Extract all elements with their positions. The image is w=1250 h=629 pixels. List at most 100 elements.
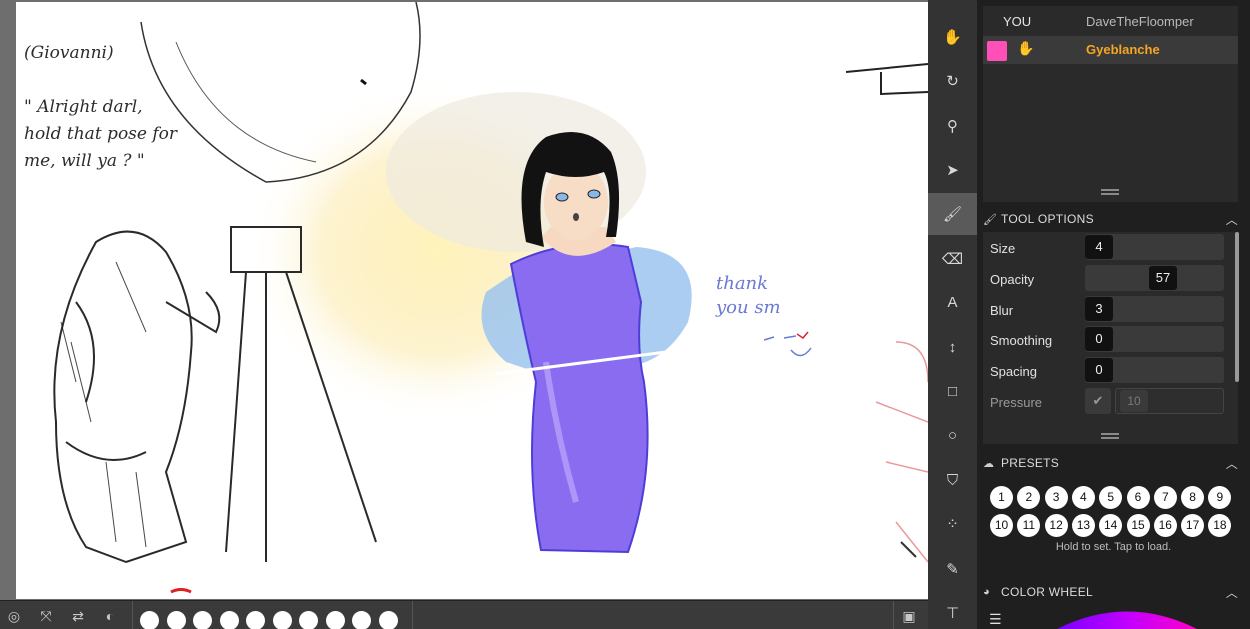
contrast-icon[interactable]: ◐ (102, 608, 118, 624)
color-swatch[interactable] (352, 611, 371, 629)
hand-tool[interactable]: ✋ (928, 16, 977, 58)
target-icon[interactable]: ◎ (6, 608, 22, 624)
user-list: YOU DaveTheFloomper ✋ Gyeblanche (983, 6, 1238, 202)
preset-slot[interactable]: 8 (1181, 486, 1205, 509)
color-swatch[interactable] (166, 611, 186, 629)
app-window: (Giovanni) " Alright darl, hold that pos… (0, 0, 1250, 629)
user-row-gyeblanche[interactable]: ✋ Gyeblanche (983, 36, 1238, 64)
color-wheel[interactable] (1057, 604, 1197, 629)
pen-tool[interactable]: ✎ (928, 548, 977, 590)
spacing-track[interactable]: 0 (1085, 357, 1224, 383)
preset-slot[interactable]: 9 (1208, 486, 1232, 509)
blur-label: Blur (990, 303, 1014, 318)
swap-icon[interactable]: ⇄ (70, 608, 86, 624)
preset-slot[interactable]: 13 (1071, 514, 1095, 537)
spacing-slider[interactable]: Spacing 0 (983, 357, 1228, 383)
move-tool[interactable]: ↕ (928, 326, 977, 368)
bottom-bar: ◎ ⤧ ⇄ ◐ ▣ (0, 600, 928, 629)
ellipse-tool[interactable]: ○ (928, 415, 977, 457)
color-swatch[interactable] (140, 611, 159, 629)
tool-options-header[interactable]: 🖌 TOOL OPTIONS ︿ (983, 208, 1238, 230)
tool-bar: ✋ ↻ ⚲ ➤ 🖌 ⌫ A ↕ □ ○ ⛉ ⁘ ✎ ⊤ (928, 0, 977, 629)
brush-tool[interactable]: 🖌 (928, 193, 977, 236)
cloud-icon: ☁ (983, 457, 995, 470)
paint-roller-tool[interactable]: ⊤ (928, 592, 977, 629)
blur-value: 3 (1085, 297, 1113, 321)
lasso-tool-icon: ⁘ (946, 516, 959, 534)
color-swatch[interactable] (219, 611, 239, 629)
chevron-up-icon[interactable]: ︿ (1226, 211, 1238, 228)
preset-slot[interactable]: 12 (1044, 514, 1068, 537)
pressure-track: 10 (1115, 388, 1224, 414)
eraser-tool[interactable]: ⌫ (928, 238, 977, 280)
opacity-slider[interactable]: Opacity 57 (983, 265, 1228, 291)
sliders-icon[interactable]: ☰ (989, 611, 1002, 628)
preset-slot[interactable]: 18 (1208, 514, 1232, 537)
pressure-row: Pressure ✔ 10 (983, 388, 1228, 414)
user-color-swatch (987, 41, 1007, 61)
pressure-checkbox[interactable]: ✔ (1085, 388, 1111, 414)
color-swatch[interactable] (325, 611, 345, 629)
fill-tool[interactable]: ⛉ (928, 459, 977, 501)
preset-slot[interactable]: 11 (1017, 514, 1041, 537)
rotate-tool[interactable]: ↻ (928, 60, 977, 102)
opacity-value: 57 (1149, 266, 1177, 290)
preset-slot[interactable]: 1 (990, 486, 1013, 509)
preset-slot[interactable]: 4 (1071, 486, 1095, 509)
user-name: DaveTheFloomper (1086, 14, 1194, 29)
color-swatch[interactable] (299, 611, 318, 629)
eraser-tool-icon: ⌫ (941, 250, 964, 268)
preset-slot[interactable]: 3 (1044, 486, 1068, 509)
preset-slot[interactable]: 2 (1017, 486, 1041, 509)
text-tool[interactable]: A (928, 282, 977, 324)
preset-slot[interactable]: 7 (1153, 486, 1177, 509)
eyedropper-tool[interactable]: ⚲ (928, 105, 977, 147)
rectangle-tool[interactable]: □ (928, 370, 977, 412)
chevron-up-icon[interactable]: ︿ (1226, 455, 1238, 472)
color-swatch[interactable] (272, 611, 292, 629)
you-label: YOU (1003, 14, 1032, 29)
size-value: 4 (1085, 235, 1113, 259)
color-swatch[interactable] (246, 611, 265, 629)
smoothing-slider[interactable]: Smoothing 0 (983, 326, 1228, 352)
chevron-up-icon[interactable]: ︿ (1226, 584, 1238, 601)
smoothing-track[interactable]: 0 (1085, 326, 1224, 352)
rectangle-tool-icon: □ (947, 382, 958, 400)
preset-slot[interactable]: 15 (1126, 514, 1150, 537)
preset-slot[interactable]: 6 (1126, 486, 1150, 509)
select-tool[interactable]: ➤ (928, 149, 977, 191)
lasso-tool[interactable]: ⁘ (928, 503, 977, 545)
preset-slot[interactable]: 14 (1099, 514, 1123, 537)
fit-screen-icon[interactable]: ⤧ (38, 608, 54, 624)
drawing-canvas[interactable]: (Giovanni) " Alright darl, hold that pos… (16, 2, 928, 599)
resize-grip-icon[interactable] (1101, 433, 1119, 439)
blur-slider[interactable]: Blur 3 (983, 296, 1228, 322)
smoothing-label: Smoothing (990, 333, 1053, 348)
bottom-separator (412, 601, 413, 629)
color-wheel-header[interactable]: ◕ COLOR WHEEL ︿ (983, 581, 1238, 603)
user-name: Gyeblanche (1086, 42, 1160, 57)
preset-slot[interactable]: 16 (1153, 514, 1177, 537)
smoothing-value: 0 (1085, 327, 1113, 351)
tool-options-scrollbar[interactable] (1235, 232, 1239, 382)
hand-icon[interactable]: ✋ (1017, 40, 1034, 57)
color-swatch[interactable] (378, 611, 398, 629)
paint-roller-tool-icon: ⊤ (945, 604, 960, 622)
resize-grip-icon[interactable] (1101, 189, 1119, 195)
pressure-label: Pressure (990, 395, 1043, 410)
color-swatch[interactable] (193, 611, 212, 629)
opacity-track[interactable]: 57 (1085, 265, 1224, 291)
presets-header[interactable]: ☁ PRESETS ︿ (983, 452, 1238, 474)
canvas-viewport[interactable]: (Giovanni) " Alright darl, hold that pos… (0, 0, 928, 600)
right-panel: YOU DaveTheFloomper ✋ Gyeblanche 🖌 TOOL … (977, 0, 1250, 629)
size-slider[interactable]: Size 4 (983, 234, 1228, 260)
ellipse-tool-icon: ○ (947, 427, 958, 445)
preset-slot[interactable]: 10 (990, 514, 1013, 537)
rotate-tool-icon: ↻ (946, 73, 959, 91)
size-track[interactable]: 4 (1085, 234, 1224, 260)
save-icon[interactable]: ▣ (901, 608, 917, 624)
preset-slot[interactable]: 17 (1181, 514, 1205, 537)
user-row-self[interactable]: YOU DaveTheFloomper (983, 8, 1238, 36)
preset-slot[interactable]: 5 (1099, 486, 1123, 509)
blur-track[interactable]: 3 (1085, 296, 1224, 322)
